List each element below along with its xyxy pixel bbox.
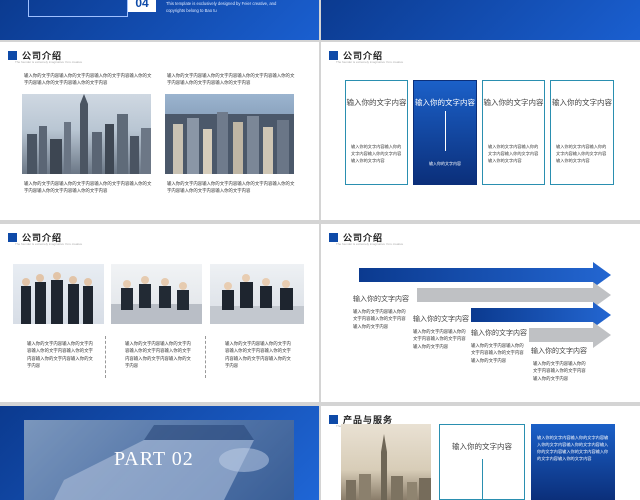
step-4-heading: 输入你的文字内容 xyxy=(531,347,587,355)
box-body: 输入你的文字内容输入你的文字内容输入你的文字内容输入你的文字内容 xyxy=(488,144,539,164)
divider-line xyxy=(445,111,446,151)
slide-subtitle: The founder is extremely imaginative Yor… xyxy=(15,242,83,246)
box-body: 输入你的文字内容 xyxy=(429,161,461,166)
text-column-2: 输入你的文字内容输入你的文字内容输入你的文字内容输入你的文字内容输入你的文字内容… xyxy=(125,341,191,369)
step-4-body: 输入你的文字内容输入你的文字内容输入你的文字内容输入你的文字内容 xyxy=(533,361,586,381)
part-label: PART 02 xyxy=(114,448,194,470)
number-frame xyxy=(28,0,128,17)
arrow-2 xyxy=(417,282,611,308)
header-square-icon xyxy=(8,233,17,242)
header-square-icon xyxy=(8,51,17,60)
slide-8[interactable]: 产品与服务 The founder is extremely imaginati… xyxy=(321,406,640,500)
service-dark-box[interactable]: 输入你的文字内容输入你的文字内容输入你的文字内容输入你的文字内容输入你的文字内容… xyxy=(531,424,615,500)
step-2-body: 输入你的文字内容输入你的文字内容输入你的文字内容输入你的文字内容 xyxy=(413,329,466,349)
slide-1[interactable]: 04 This template is exclusively designed… xyxy=(0,0,319,40)
slide-subtitle: The founder is extremely imaginative Yor… xyxy=(15,60,83,64)
step-1-heading: 输入你的文字内容 xyxy=(353,295,409,303)
dashed-divider-2 xyxy=(205,336,206,378)
info-box-4[interactable]: 输入你的文字内容 输入你的文字内容输入你的文字内容输入你的文字内容输入你的文字内… xyxy=(550,80,614,185)
slide-subtitle: The founder is extremely imaginative Yor… xyxy=(336,60,404,64)
box-body: 输入你的文字内容输入你的文字内容输入你的文字内容输入你的文字内容 xyxy=(351,144,402,164)
slide-2[interactable] xyxy=(321,0,640,40)
text-block-right-top: 输入你的文字内容输入你的文字内容输入你的文字内容输入你的文字内容输入你的文字内容… xyxy=(167,73,295,86)
arrow-1 xyxy=(359,262,611,288)
tagline: This template is exclusively designed by… xyxy=(166,1,277,13)
service-box[interactable]: 输入你的文字内容 xyxy=(439,424,525,500)
slide-4[interactable]: 公司介绍 The founder is extremely imaginativ… xyxy=(321,42,640,220)
box-heading: 输入你的文字内容 xyxy=(452,442,512,451)
slide-5[interactable]: 公司介绍 The founder is extremely imaginativ… xyxy=(0,224,319,402)
info-box-3[interactable]: 输入你的文字内容 输入你的文字内容输入你的文字内容输入你的文字内容输入你的文字内… xyxy=(482,80,545,185)
text-column-1: 输入你的文字内容输入你的文字内容输入你的文字内容输入你的文字内容输入你的文字内容… xyxy=(27,341,93,369)
slide-6[interactable]: 公司介绍 The founder is extremely imaginativ… xyxy=(321,224,640,402)
step-2-heading: 输入你的文字内容 xyxy=(413,315,469,323)
arrow-3 xyxy=(471,302,611,328)
info-box-1[interactable]: 输入你的文字内容 输入你的文字内容输入你的文字内容输入你的文字内容输入你的文字内… xyxy=(345,80,408,185)
team-photo-1 xyxy=(13,264,104,324)
team-photo-3 xyxy=(210,264,304,324)
text-column-3: 输入你的文字内容输入你的文字内容输入你的文字内容输入你的文字内容输入你的文字内容… xyxy=(225,341,291,369)
team-photo-2 xyxy=(111,264,202,324)
box-heading: 输入你的文字内容 xyxy=(346,98,407,107)
step-3-heading: 输入你的文字内容 xyxy=(471,329,527,337)
dashed-divider-1 xyxy=(105,336,106,378)
text-block-left-bottom: 输入你的文字内容输入你的文字内容输入你的文字内容输入你的文字内容输入你的文字内容… xyxy=(24,181,152,194)
box-heading: 输入你的文字内容 xyxy=(415,98,475,107)
text-block-right-bottom: 输入你的文字内容输入你的文字内容输入你的文字内容输入你的文字内容输入你的文字内容… xyxy=(167,181,295,194)
slide-3[interactable]: 公司介绍 The founder is extremely imaginativ… xyxy=(0,42,319,220)
box-heading: 输入你的文字内容 xyxy=(483,98,544,107)
header-square-icon xyxy=(329,415,338,424)
arrow-4 xyxy=(529,322,611,348)
divider-line xyxy=(482,459,483,499)
box-body: 输入你的文字内容输入你的文字内容输入你的文字内容输入你的文字内容 xyxy=(556,144,607,164)
city-photo-left xyxy=(22,94,151,174)
slide-7[interactable]: PART 02 xyxy=(0,406,319,500)
step-3-body: 输入你的文字内容输入你的文字内容输入你的文字内容输入你的文字内容 xyxy=(471,343,524,363)
header-square-icon xyxy=(329,51,338,60)
number-badge: 04 xyxy=(128,0,156,12)
info-box-2-highlighted[interactable]: 输入你的文字内容 输入你的文字内容 xyxy=(413,80,477,185)
step-1-body: 输入你的文字内容输入你的文字内容输入你的文字内容输入你的文字内容 xyxy=(353,309,406,329)
city-photo-right xyxy=(165,94,294,174)
text-block-left-top: 输入你的文字内容输入你的文字内容输入你的文字内容输入你的文字内容输入你的文字内容… xyxy=(24,73,152,86)
city-skyline-photo xyxy=(341,424,431,500)
dark-box-text: 输入你的文字内容输入你的文字内容输入你的文字内容输入你的文字内容输入你的文字内容… xyxy=(537,435,609,461)
box-heading: 输入你的文字内容 xyxy=(552,98,612,107)
